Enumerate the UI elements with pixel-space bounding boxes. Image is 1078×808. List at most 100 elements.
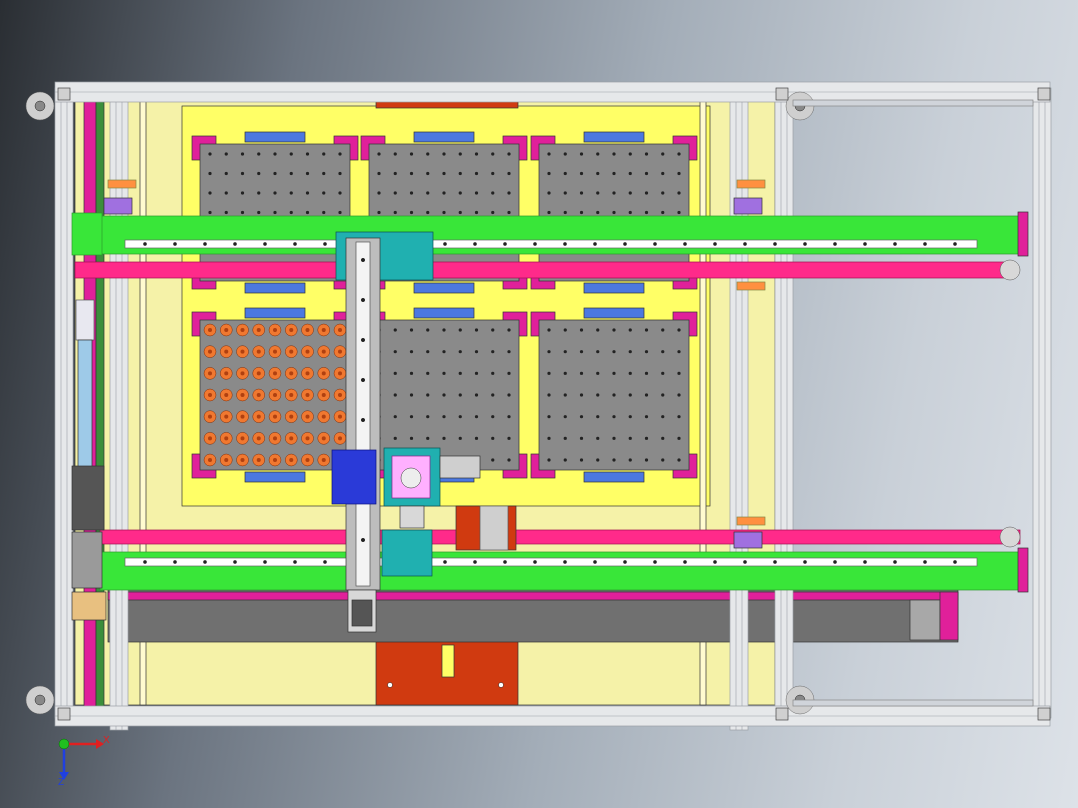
part-center [240, 393, 245, 397]
tray-hole [644, 393, 649, 397]
tray-hole [305, 210, 310, 215]
tray-hole [458, 371, 462, 375]
tray-tab-top [413, 307, 475, 319]
corner-bracket [57, 707, 71, 721]
tray-hole [409, 393, 414, 397]
tray-hole [491, 458, 495, 462]
tray-hole [491, 415, 495, 419]
part-center [224, 414, 229, 419]
tray-hole [426, 152, 430, 156]
tray-hole [677, 393, 681, 397]
tray-hole [563, 210, 567, 215]
part-center [273, 328, 277, 332]
tray-hole [677, 415, 681, 419]
tray-hole [491, 210, 495, 215]
tray-hole [579, 210, 584, 215]
tray-hole [474, 350, 479, 354]
tray-hole [491, 328, 495, 332]
tray-hole [442, 328, 446, 332]
part-center [305, 414, 310, 419]
caster-hub [34, 100, 46, 112]
rail-bolt [803, 242, 807, 246]
tray-hole [677, 152, 681, 156]
tray-tab-top [244, 307, 306, 319]
tray-hole [426, 328, 430, 332]
rail-track-upper [124, 239, 978, 249]
tray-hole [507, 371, 511, 375]
tray-hole [547, 393, 551, 397]
tray-hole [596, 191, 600, 195]
tray-hole [377, 191, 381, 195]
triad-x-label: X [103, 735, 110, 746]
part-center [338, 371, 342, 376]
gantry-bolt [360, 337, 366, 343]
tray-hole [547, 458, 551, 462]
tray-hole [612, 191, 616, 195]
tray-hole [338, 152, 342, 156]
part-center [289, 414, 294, 419]
tray-hole [612, 171, 616, 176]
tray-hole [628, 458, 632, 462]
tray-hole [377, 171, 381, 176]
tray-hole [628, 191, 632, 195]
tray-hole [677, 458, 681, 462]
tray-hole [474, 210, 479, 215]
rail-bolt [293, 560, 297, 564]
tray-hole [677, 171, 681, 176]
ext-frame-inner [792, 699, 1034, 707]
tray-hole [491, 393, 495, 397]
part-center [224, 371, 229, 376]
part-center [256, 371, 261, 376]
tray-hole [596, 415, 600, 419]
tray-hole [240, 210, 245, 215]
tray-hole [322, 210, 326, 215]
part-center [208, 436, 212, 441]
tray-hole [563, 393, 567, 397]
red-plate-hole [387, 682, 393, 688]
part-center [240, 349, 245, 354]
tray-hole [393, 152, 397, 156]
rail-bolt [683, 560, 687, 564]
tray-hole [491, 350, 495, 354]
belt-lower [99, 529, 1021, 545]
rail-bolt [893, 560, 897, 564]
part-center [321, 328, 326, 332]
orange-clip [107, 179, 137, 189]
tray-hole [305, 191, 310, 195]
tray-hole [305, 152, 310, 156]
tray-tab-bottom [244, 282, 306, 294]
tray-hole [409, 171, 414, 176]
tray-hole [289, 210, 293, 215]
gripper-mount [331, 449, 377, 505]
part-center [273, 349, 277, 354]
rail-bolt [533, 560, 537, 564]
tray-hole [661, 371, 665, 375]
assembly-top-view[interactable] [0, 0, 1078, 808]
rail-bolt [833, 560, 837, 564]
tray-hole [442, 191, 446, 195]
tray-hole [661, 328, 665, 332]
tray-hole [612, 152, 616, 156]
cad-viewport[interactable]: X Z [0, 0, 1078, 808]
tray-hole [644, 458, 649, 462]
tray-hole [224, 191, 228, 195]
tray-hole [442, 436, 446, 440]
rail-bolt [293, 242, 297, 246]
rail-bolt [143, 560, 147, 564]
tray-hole [240, 152, 245, 156]
caster-hub [34, 694, 46, 706]
tray-hole [677, 191, 681, 195]
tray-hole [628, 436, 632, 440]
gantry-bolt [360, 537, 366, 543]
rail-bolt [323, 560, 327, 564]
tray-hole [208, 191, 212, 195]
tray-hole [273, 152, 277, 156]
left-motor-block [71, 465, 105, 531]
rail-bolt [443, 560, 447, 564]
tray-hole [409, 210, 414, 215]
tray-hole [224, 171, 228, 176]
tray-hole [458, 393, 462, 397]
tray-hole [458, 191, 462, 195]
tray-hole [596, 458, 600, 462]
gantry-motor-body [351, 599, 373, 627]
